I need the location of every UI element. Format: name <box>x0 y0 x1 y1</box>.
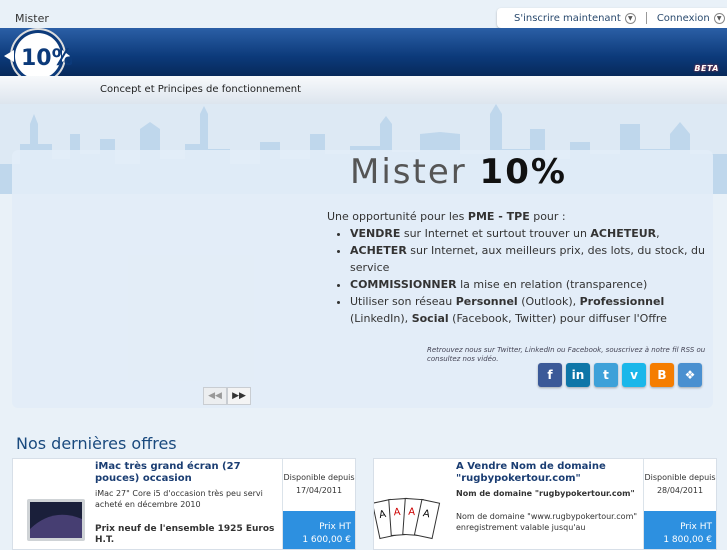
social-links: f in t v B ❖ <box>538 363 702 387</box>
offer-card[interactable]: A A A A A Vendre Nom de domaine "rugbypo… <box>373 458 717 550</box>
divider <box>645 12 647 24</box>
availability-date: 28/04/2011 <box>656 486 704 495</box>
intro-text: Une opportunité pour les <box>327 210 465 223</box>
facebook-icon[interactable]: f <box>538 363 562 387</box>
offer-card[interactable]: iMac très grand écran (27 pouces) occasi… <box>12 458 356 550</box>
price-label: Prix HT <box>319 522 351 532</box>
list-item: Utiliser son réseau Personnel (Outlook),… <box>350 293 717 327</box>
intro-line: Une opportunité pour les PME - TPE pour … <box>327 208 717 225</box>
user-menu: S'inscrire maintenant ▼ Connexion ▼ <box>497 8 727 28</box>
chevron-down-icon: ▼ <box>624 12 636 24</box>
logo-text: Mister <box>15 12 49 25</box>
price-value: 1 800,00 € <box>663 535 712 545</box>
blogger-icon[interactable]: B <box>650 363 674 387</box>
offer-side: Disponible depuis 17/04/2011 Prix HT 1 6… <box>282 459 355 549</box>
offer-description: Nom de domaine "rugbypokertour.com" <box>456 489 635 498</box>
main-nav: Concept et Principes de fonctionnement <box>0 76 727 105</box>
offer-title[interactable]: iMac très grand écran (27 pouces) occasi… <box>95 461 279 485</box>
list-item: ACHETER sur Internet, aux meilleurs prix… <box>350 242 717 276</box>
offer-availability: Disponible depuis 28/04/2011 <box>644 471 716 497</box>
availability-date: 17/04/2011 <box>295 486 343 495</box>
intro-bold: PME - TPE <box>467 210 530 223</box>
feature-list: VENDRE sur Internet et surtout trouver u… <box>327 225 717 327</box>
hero-title-number: 10% <box>479 152 567 192</box>
hero-intro: Une opportunité pour les PME - TPE pour … <box>327 208 717 327</box>
offer-price: Prix HT 1 600,00 € <box>283 511 355 549</box>
price-label: Prix HT <box>680 522 712 532</box>
hero-title: Mister 10% <box>350 152 567 192</box>
availability-label: Disponible depuis <box>283 473 355 482</box>
delicious-icon[interactable]: ❖ <box>678 363 702 387</box>
svg-text:A: A <box>408 507 416 518</box>
twitter-icon[interactable]: t <box>594 363 618 387</box>
svg-text:A: A <box>393 507 401 518</box>
offer-side: Disponible depuis 28/04/2011 Prix HT 1 8… <box>643 459 716 549</box>
logo[interactable]: Mister 10% <box>2 8 72 84</box>
header-banner <box>0 28 727 76</box>
next-button[interactable]: ▶▶ <box>227 387 251 405</box>
imac-image <box>13 459 91 549</box>
offer-title[interactable]: A Vendre Nom de domaine "rugbypokertour.… <box>456 461 640 485</box>
login-label: Connexion <box>656 12 710 24</box>
linkedin-icon[interactable]: in <box>566 363 590 387</box>
social-note: Retrouvez nous sur Twitter, LinkedIn ou … <box>427 346 706 363</box>
offers-title: Nos dernières offres <box>16 434 177 453</box>
beta-badge: BETA <box>694 64 719 73</box>
offer-extra: Nom de domaine "www.rugbypokertour.com" … <box>456 512 638 532</box>
hero-title-word: Mister <box>350 152 467 192</box>
offer-description: iMac 27" Core i5 d'occasion très peu ser… <box>95 489 263 509</box>
intro-tail: pour : <box>533 210 566 223</box>
offer-availability: Disponible depuis 17/04/2011 <box>283 471 355 497</box>
slider-pager: ◀◀ ▶▶ <box>203 387 251 405</box>
signup-link[interactable]: S'inscrire maintenant ▼ <box>514 12 636 24</box>
signup-label: S'inscrire maintenant <box>514 12 621 24</box>
offer-extra: Prix neuf de l'ensemble 1925 Euros H.T. <box>95 524 275 545</box>
vimeo-icon[interactable]: v <box>622 363 646 387</box>
availability-label: Disponible depuis <box>644 473 716 482</box>
chevron-down-icon: ▼ <box>713 12 725 24</box>
login-link[interactable]: Connexion ▼ <box>656 12 725 24</box>
nav-item-concept[interactable]: Concept et Principes de fonctionnement <box>100 84 301 95</box>
poker-cards-image: A A A A <box>374 459 452 549</box>
list-item: COMMISSIONNER la mise en relation (trans… <box>350 276 717 293</box>
offer-price: Prix HT 1 800,00 € <box>644 511 716 549</box>
price-value: 1 600,00 € <box>302 535 351 545</box>
logo-number: 10% <box>21 46 72 71</box>
list-item: VENDRE sur Internet et surtout trouver u… <box>350 225 717 242</box>
prev-button[interactable]: ◀◀ <box>203 387 227 405</box>
